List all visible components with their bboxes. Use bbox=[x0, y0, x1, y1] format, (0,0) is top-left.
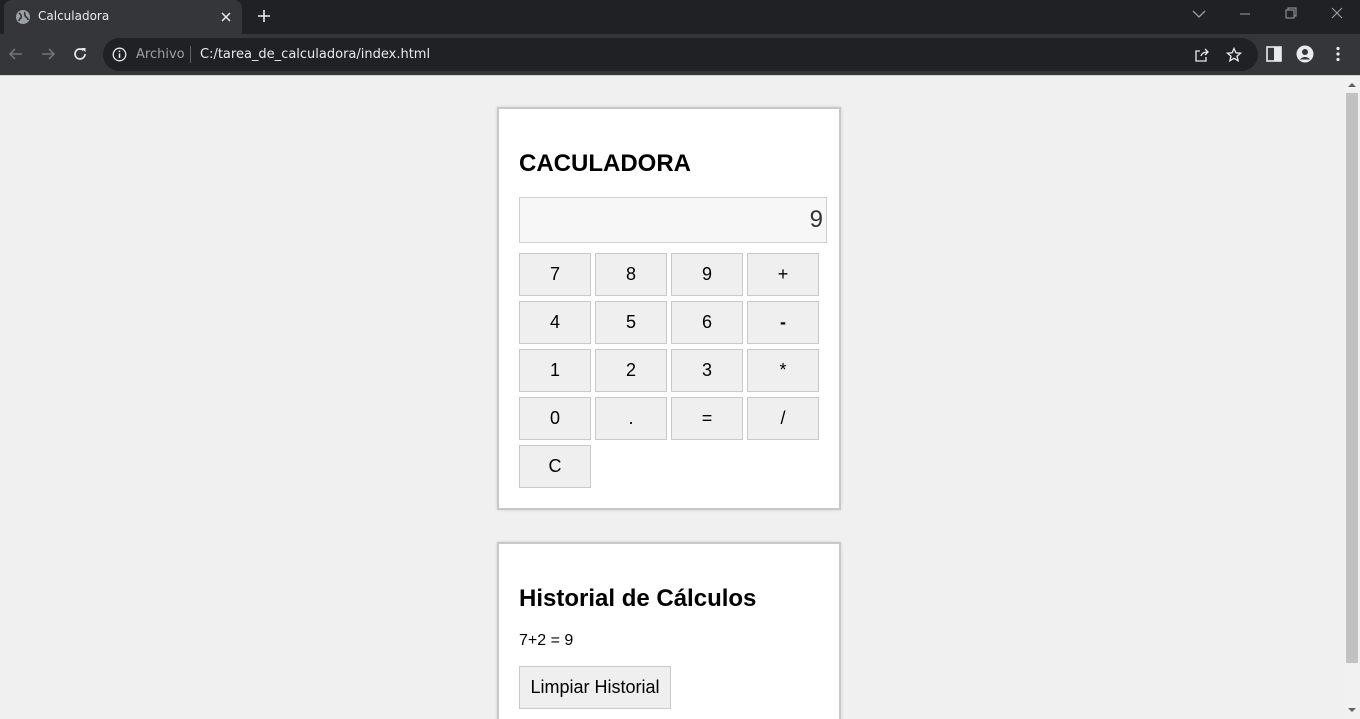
new-tab-icon[interactable] bbox=[255, 7, 273, 25]
address-bar[interactable]: Archivo C:/tarea_de_calculadora/index.ht… bbox=[103, 38, 1258, 71]
scroll-down-arrow-icon[interactable] bbox=[1344, 703, 1360, 717]
key-4-button[interactable]: 4 bbox=[519, 301, 591, 344]
scroll-up-arrow-icon[interactable] bbox=[1344, 78, 1360, 92]
toolbar-divider bbox=[0, 75, 1360, 76]
decimal-point-button[interactable]: . bbox=[595, 397, 667, 440]
key-6-button[interactable]: 6 bbox=[671, 301, 743, 344]
forward-icon[interactable] bbox=[38, 44, 58, 64]
url-scheme-label: Archivo bbox=[136, 47, 185, 62]
key-1-button[interactable]: 1 bbox=[519, 349, 591, 392]
history-title: Historial de Cálculos bbox=[519, 585, 757, 612]
key-8-button[interactable]: 8 bbox=[595, 253, 667, 296]
minimize-icon[interactable] bbox=[1231, 4, 1259, 24]
side-panel-icon[interactable] bbox=[1265, 45, 1283, 63]
scrollbar-thumb[interactable] bbox=[1346, 93, 1358, 663]
clear-history-button[interactable]: Limpiar Historial bbox=[519, 666, 671, 709]
share-icon[interactable] bbox=[1194, 47, 1210, 63]
calculator-title: CACULADORA bbox=[519, 150, 691, 177]
add-button[interactable]: + bbox=[747, 253, 819, 296]
subtract-button[interactable]: - bbox=[747, 301, 819, 344]
equals-button[interactable]: = bbox=[671, 397, 743, 440]
key-5-button[interactable]: 5 bbox=[595, 301, 667, 344]
bookmark-star-icon[interactable] bbox=[1226, 47, 1242, 63]
browser-toolbar: Archivo C:/tarea_de_calculadora/index.ht… bbox=[0, 34, 1360, 75]
menu-kebab-icon[interactable] bbox=[1329, 45, 1347, 63]
back-icon[interactable] bbox=[6, 44, 26, 64]
tab-search-icon[interactable] bbox=[1185, 4, 1213, 24]
url-text[interactable]: C:/tarea_de_calculadora/index.html bbox=[200, 47, 430, 62]
key-0-button[interactable]: 0 bbox=[519, 397, 591, 440]
multiply-button[interactable]: * bbox=[747, 349, 819, 392]
close-window-icon[interactable] bbox=[1323, 4, 1351, 24]
history-card: Historial de Cálculos 7+2 = 9 Limpiar Hi… bbox=[497, 542, 841, 719]
key-7-button[interactable]: 7 bbox=[519, 253, 591, 296]
close-tab-icon[interactable] bbox=[218, 9, 234, 25]
calculator-display[interactable]: 9 bbox=[519, 197, 827, 243]
browser-titlebar: Calculadora bbox=[0, 0, 1360, 34]
calculator-card: CACULADORA 9 7 8 9 + 4 5 6 - 1 2 3 * 0 .… bbox=[497, 107, 841, 510]
restore-icon[interactable] bbox=[1277, 4, 1305, 24]
clear-button[interactable]: C bbox=[519, 445, 591, 488]
key-3-button[interactable]: 3 bbox=[671, 349, 743, 392]
omnibox-separator bbox=[190, 46, 191, 63]
tab-title: Calculadora bbox=[38, 9, 110, 23]
browser-tab[interactable]: Calculadora bbox=[4, 0, 242, 34]
key-2-button[interactable]: 2 bbox=[595, 349, 667, 392]
info-icon[interactable] bbox=[112, 47, 127, 62]
history-entry: 7+2 = 9 bbox=[519, 632, 574, 649]
reload-icon[interactable] bbox=[70, 44, 90, 64]
key-9-button[interactable]: 9 bbox=[671, 253, 743, 296]
profile-avatar-icon[interactable] bbox=[1296, 45, 1314, 63]
globe-icon bbox=[16, 10, 30, 24]
divide-button[interactable]: / bbox=[747, 397, 819, 440]
